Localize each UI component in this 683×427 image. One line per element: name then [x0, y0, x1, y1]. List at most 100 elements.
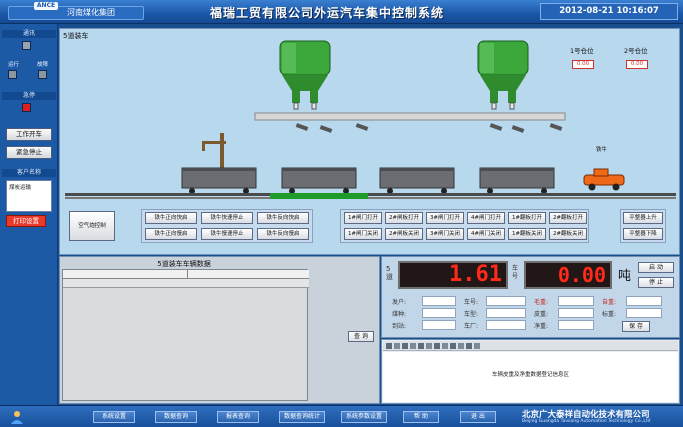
- app-title: 福瑞工贸有限公司外运汽车集中控制系统: [210, 6, 445, 20]
- tractor-reverse-slow-button[interactable]: 铁牛反向慢启: [257, 228, 309, 240]
- query-button[interactable]: 查 询: [348, 331, 374, 342]
- system-settings-button[interactable]: 系统设置: [93, 411, 135, 423]
- wagon-number-field[interactable]: [486, 296, 526, 306]
- print-settings-button[interactable]: 打印设置: [6, 215, 46, 227]
- wagon-type-label: 车型:: [464, 311, 479, 318]
- weighing-panel: 5道 1.61 车号 0.00 吨 启 动 停 止 发户: 煤种: 到站: 车号…: [381, 256, 680, 338]
- leveler-up-button[interactable]: 平整器上升: [623, 212, 663, 224]
- leveler-down-button[interactable]: 平整器下降: [623, 228, 663, 240]
- run-lamp: [8, 70, 17, 79]
- weight-unit: 吨: [618, 269, 632, 284]
- data-statistics-button[interactable]: 数据查询统计: [279, 411, 325, 423]
- weigh-stop-button[interactable]: 停 止: [638, 277, 674, 288]
- silo-2-label: 2号仓位: [624, 47, 648, 55]
- silo-1-icon: [279, 40, 331, 110]
- tare-field[interactable]: [558, 308, 594, 318]
- gate-2-open-button[interactable]: 2#闸板打开: [385, 212, 423, 224]
- gross-label: 毛重:: [534, 299, 549, 306]
- wagon-factory-field[interactable]: [486, 320, 526, 330]
- estop-heading: 急停: [2, 92, 56, 100]
- silo-2-icon: [477, 40, 529, 110]
- editor-toolbar-icons[interactable]: [385, 341, 505, 351]
- run-label: 运行: [8, 62, 20, 68]
- tractor-reverse-fast-button[interactable]: 铁牛反向快启: [257, 212, 309, 224]
- table-title: 5道装车车辆数据: [157, 260, 211, 268]
- gate-4-close-button[interactable]: 4#闸门关闭: [467, 228, 505, 240]
- flap-1-close-button[interactable]: 1#翻板关闭: [508, 228, 546, 240]
- vehicle-data-panel: 5道装车车辆数据 查 询: [59, 256, 380, 404]
- company-name-en: Beijing Guangda Taixiang Automation Tech…: [522, 419, 651, 424]
- coal-type-label: 煤种:: [392, 311, 407, 318]
- editor-body[interactable]: 车辆皮重及净重数据登记信息区: [383, 352, 678, 402]
- rail-track: [65, 193, 676, 199]
- wagon-number-label: 车号:: [464, 299, 479, 306]
- tractor-forward-slow-button[interactable]: 铁牛正向慢启: [145, 228, 197, 240]
- tractor-forward-fast-button[interactable]: 铁牛正向快启: [145, 212, 197, 224]
- emergency-stop-button[interactable]: 紧急停止: [6, 146, 52, 159]
- gate-2-close-button[interactable]: 2#闸板关闭: [385, 228, 423, 240]
- wagon-type-field[interactable]: [486, 308, 526, 318]
- exit-button[interactable]: 退 出: [460, 411, 496, 423]
- vehicle-data-grid[interactable]: [62, 269, 309, 401]
- gate-1-open-button[interactable]: 1#闸门打开: [344, 212, 382, 224]
- fault-label: 故障: [37, 62, 49, 68]
- gate-3-open-button[interactable]: 3#闸门打开: [426, 212, 464, 224]
- tare-label: 皮重:: [534, 311, 549, 318]
- title-bar: 河南煤化集团 ANCE 福瑞工贸有限公司外运汽车集中控制系统 2012-08-2…: [0, 0, 683, 24]
- wagon-icon: [379, 167, 455, 194]
- air-cannon-button[interactable]: 空气炮控制: [69, 211, 115, 241]
- chute-gates: [295, 123, 563, 133]
- coal-type-field[interactable]: [422, 308, 456, 318]
- tractor-fast-stop-button[interactable]: 铁牛快速停止: [201, 212, 253, 224]
- flap-2-close-button[interactable]: 2#翻板关闭: [549, 228, 587, 240]
- editor-toolbar: [383, 341, 678, 351]
- sender-field[interactable]: [422, 296, 456, 306]
- weigh-start-button[interactable]: 启 动: [638, 262, 674, 273]
- wagon-icon: [181, 167, 257, 194]
- silo-2-value: 0.00: [626, 60, 648, 69]
- tractor-slow-stop-button[interactable]: 铁牛慢速停止: [201, 228, 253, 240]
- report-query-button[interactable]: 报表查询: [217, 411, 259, 423]
- grid-header: [63, 270, 309, 279]
- gross-weight-display: 1.61: [398, 261, 508, 289]
- station-field[interactable]: [422, 320, 456, 330]
- flap-1-open-button[interactable]: 1#翻板打开: [508, 212, 546, 224]
- group-name: 河南煤化集团: [8, 6, 144, 20]
- wagon-factory-label: 车厂:: [464, 323, 479, 330]
- system-parameters-button[interactable]: 系统参数设置: [341, 411, 387, 423]
- rated-weight-field[interactable]: [626, 308, 662, 318]
- gross-field[interactable]: [558, 296, 594, 306]
- client-name-field[interactable]: 煤炭运输: [6, 180, 52, 212]
- silo-1-value: 0.00: [572, 60, 594, 69]
- net-label: 净重:: [534, 323, 549, 330]
- left-sidebar: 通讯 运行 故障 急停 工作开车 紧急停止 客户名称 煤炭运输 打印设置: [0, 24, 58, 405]
- self-weight-label: 自重:: [602, 299, 617, 306]
- station-label: 到站:: [392, 323, 407, 330]
- rated-weight-label: 标重:: [602, 311, 617, 318]
- client-heading: 客户名称: [2, 169, 56, 177]
- gate-1-close-button[interactable]: 1#闸门关闭: [344, 228, 382, 240]
- tractor-label: 铁牛: [596, 147, 608, 153]
- gate-4-open-button[interactable]: 4#闸门打开: [467, 212, 505, 224]
- bottom-bar: 系统设置 数据查询 报表查询 数据查询统计 系统参数设置 帮 助 退 出 北京广…: [0, 405, 683, 427]
- data-query-button[interactable]: 数据查询: [155, 411, 197, 423]
- tractor-icon: [583, 168, 625, 191]
- editor-text: 车辆皮重及净重数据登记信息区: [491, 372, 569, 378]
- channel-label: 5道: [386, 265, 393, 281]
- start-work-button[interactable]: 工作开车: [6, 128, 52, 141]
- gate-3-close-button[interactable]: 3#闸门关闭: [426, 228, 464, 240]
- car-number-label: 车号: [512, 265, 519, 280]
- help-button[interactable]: 帮 助: [403, 411, 439, 423]
- sender-label: 发户:: [392, 299, 407, 306]
- grid-row: [63, 279, 309, 288]
- company-logo: ANCE: [34, 2, 58, 10]
- chute-rail: [254, 112, 566, 121]
- user-icon: [11, 411, 23, 424]
- net-weight-display: 0.00: [524, 261, 612, 289]
- save-button[interactable]: 保 存: [622, 321, 650, 332]
- net-field[interactable]: [558, 320, 594, 330]
- report-editor-panel: 车辆皮重及净重数据登记信息区: [381, 339, 680, 404]
- self-weight-field[interactable]: [626, 296, 662, 306]
- silo-1-label: 1号仓位: [570, 47, 594, 55]
- flap-2-open-button[interactable]: 2#翻板打开: [549, 212, 587, 224]
